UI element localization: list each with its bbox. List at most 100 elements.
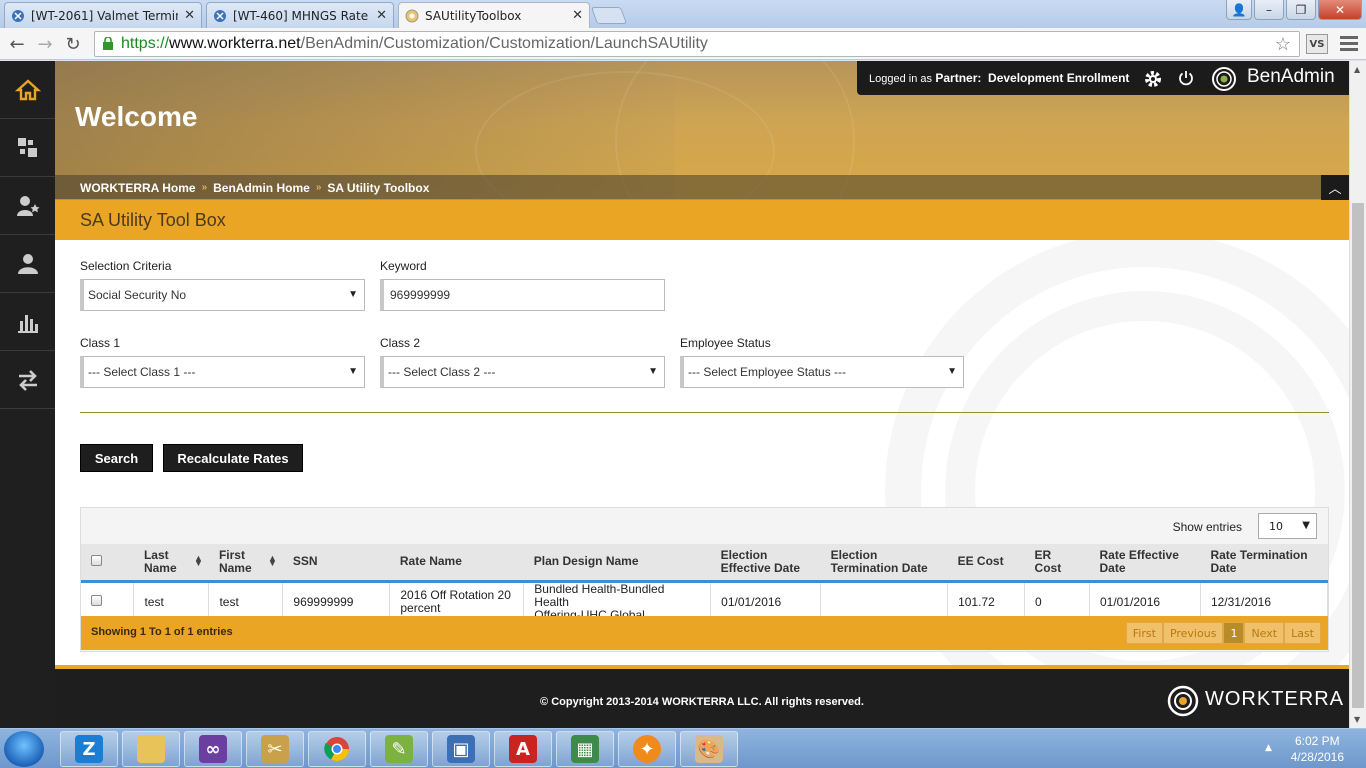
taskbar-acrobat[interactable]: A	[494, 731, 552, 767]
sort-icon[interactable]: ▲ ▼	[268, 554, 277, 568]
reload-icon[interactable]: ↻	[62, 33, 84, 55]
taskbar-visual-studio[interactable]: ∞	[184, 731, 242, 767]
browser-tab[interactable]: [WT-460] MHNGS Rate Iss ✕	[206, 2, 394, 28]
home-nav-icon[interactable]	[0, 61, 55, 119]
extension-vs-icon[interactable]: VS	[1306, 34, 1328, 54]
browser-menu-icon[interactable]	[1340, 36, 1358, 54]
workterra-brand: WORKTERRA	[1205, 688, 1344, 710]
column-header-ee-cost[interactable]: EE Cost	[947, 544, 1025, 583]
page-size-select[interactable]: 10 ▼	[1258, 513, 1317, 539]
table-header-row: Last Name ▲ ▼ First Name ▲ ▼ SSN Rate Name Pla…	[81, 544, 1328, 583]
select-all-checkbox-cell	[81, 544, 134, 583]
column-header-election-termination-date[interactable]: Election Termination Date	[820, 544, 948, 583]
address-bar[interactable]: https://www.workterra.net/BenAdmin/Custo…	[94, 31, 1300, 57]
scroll-up-arrow-icon[interactable]: ▲	[1354, 65, 1360, 74]
class2-select[interactable]: --- Select Class 2 --- ▼	[380, 356, 665, 388]
keyword-label: Keyword	[380, 259, 427, 273]
page-title: SA Utility Tool Box	[80, 210, 226, 230]
page-viewport: Welcome Logged in as Partner: Developmen…	[0, 61, 1366, 728]
class1-select[interactable]: --- Select Class 1 --- ▼	[80, 356, 365, 388]
new-tab-button[interactable]	[590, 7, 628, 24]
column-header-ssn[interactable]: SSN	[282, 544, 390, 583]
breadcrumb-separator: »	[201, 182, 208, 193]
column-header-plan-design-name[interactable]: Plan Design Name	[523, 544, 711, 583]
collapse-banner-chevron-up-icon[interactable]: ︿	[1321, 175, 1349, 200]
tab-close-icon[interactable]: ✕	[184, 8, 195, 23]
employee-status-select[interactable]: --- Select Employee Status --- ▼	[680, 356, 964, 388]
user-profile-icon[interactable]: 👤	[1226, 0, 1252, 20]
window-controls: 👤 – ❐ ✕	[1224, 0, 1362, 20]
pager-first[interactable]: First	[1125, 622, 1163, 644]
results-grid: Show entries 10 ▼ Last Name ▲ ▼ First Name ▲ ▼…	[80, 507, 1329, 652]
breadcrumb-workterra-home[interactable]: WORKTERRA Home	[80, 181, 196, 195]
class1-value: --- Select Class 1 ---	[88, 365, 196, 379]
employee-status-label: Employee Status	[680, 336, 771, 350]
close-window-button[interactable]: ✕	[1318, 0, 1362, 20]
breadcrumb-benadmin-home[interactable]: BenAdmin Home	[213, 181, 310, 195]
tab-close-icon[interactable]: ✕	[376, 8, 387, 23]
browser-tab[interactable]: [WT-2061] Valmet Termin ✕	[4, 2, 202, 28]
bookmark-star-icon[interactable]: ☆	[1275, 34, 1291, 55]
browser-tab-active[interactable]: SAUtilityToolbox ✕	[398, 2, 590, 28]
benadmin-tab-icon	[405, 9, 419, 22]
section-header: SA Utility Tool Box	[55, 200, 1349, 240]
form-divider	[80, 412, 1329, 413]
pager-previous[interactable]: Previous	[1162, 622, 1224, 644]
pagination: First Previous 1 Next Last	[1125, 622, 1321, 644]
column-header-election-effective-date[interactable]: Election Effective Date	[710, 544, 821, 583]
column-header-rate-termination-date[interactable]: Rate Termination Date	[1200, 544, 1328, 583]
tools-icon: ✂	[261, 735, 289, 763]
taskbar-remote-desktop[interactable]: ▣	[432, 731, 490, 767]
column-header-rate-name[interactable]: Rate Name	[389, 544, 524, 583]
bar-chart-nav-icon[interactable]	[0, 293, 55, 351]
system-clock[interactable]: 6:02 PM 4/28/2016	[1291, 733, 1344, 765]
column-header-er-cost[interactable]: ER Cost	[1024, 544, 1090, 583]
dropdown-caret-icon: ▼	[1302, 520, 1310, 531]
taskbar-spreadsheet[interactable]: ▦	[556, 731, 614, 767]
taskbar-editor[interactable]: ✎	[370, 731, 428, 767]
taskbar-paint[interactable]: 🎨	[680, 731, 738, 767]
scroll-down-arrow-icon[interactable]: ▼	[1354, 715, 1360, 724]
taskbar-tools[interactable]: ✂	[246, 731, 304, 767]
user-nav-icon[interactable]	[0, 235, 55, 293]
back-arrow-icon[interactable]: ←	[6, 33, 28, 55]
forward-arrow-icon[interactable]: →	[34, 33, 56, 55]
pager-last[interactable]: Last	[1284, 622, 1321, 644]
row-checkbox[interactable]	[91, 595, 102, 606]
settings-gear-icon[interactable]	[1143, 69, 1163, 89]
remote-desktop-icon: ▣	[447, 735, 475, 763]
pager-next[interactable]: Next	[1244, 622, 1285, 644]
taskbar-explorer[interactable]	[122, 731, 180, 767]
sort-icon[interactable]: ▲ ▼	[194, 554, 203, 568]
dropdown-caret-icon: ▼	[348, 366, 358, 377]
keyword-input[interactable]: 969999999	[380, 279, 665, 311]
select-all-checkbox[interactable]	[91, 554, 102, 566]
minimize-button[interactable]: –	[1254, 0, 1284, 20]
jira-tab-icon	[214, 9, 226, 22]
tab-close-icon[interactable]: ✕	[572, 8, 583, 23]
clock-date: 4/28/2016	[1290, 750, 1344, 764]
selection-criteria-select[interactable]: Social Security No ▼	[80, 279, 365, 311]
puzzle-nav-icon[interactable]	[0, 119, 55, 177]
transfer-nav-icon[interactable]	[0, 351, 55, 409]
column-header-rate-effective-date[interactable]: Rate Effective Date	[1089, 544, 1201, 583]
taskbar-app-z[interactable]: Z	[60, 731, 118, 767]
scrollbar-thumb[interactable]	[1352, 203, 1364, 708]
pager-current-page[interactable]: 1	[1223, 622, 1245, 644]
taskbar-chrome[interactable]	[308, 731, 366, 767]
page-scrollbar[interactable]: ▲ ▼	[1349, 61, 1366, 728]
windows-start-button[interactable]	[4, 731, 44, 767]
column-header-first-name[interactable]: First Name ▲ ▼	[208, 544, 283, 583]
selection-criteria-label: Selection Criteria	[80, 259, 172, 273]
taskbar-orange-app[interactable]: ✦	[618, 731, 676, 767]
user-star-nav-icon[interactable]	[0, 177, 55, 235]
search-button[interactable]: Search	[80, 444, 153, 472]
acrobat-icon: A	[509, 735, 537, 763]
dropdown-caret-icon: ▼	[648, 366, 658, 377]
maximize-button[interactable]: ❐	[1286, 0, 1316, 20]
copyright-text: © Copyright 2013-2014 WORKTERRA LLC. All…	[540, 696, 864, 708]
power-logout-icon[interactable]	[1177, 69, 1195, 87]
recalculate-rates-button[interactable]: Recalculate Rates	[163, 444, 303, 472]
column-header-last-name[interactable]: Last Name ▲ ▼	[133, 544, 209, 583]
tray-expand-icon[interactable]: ▲	[1265, 743, 1272, 753]
